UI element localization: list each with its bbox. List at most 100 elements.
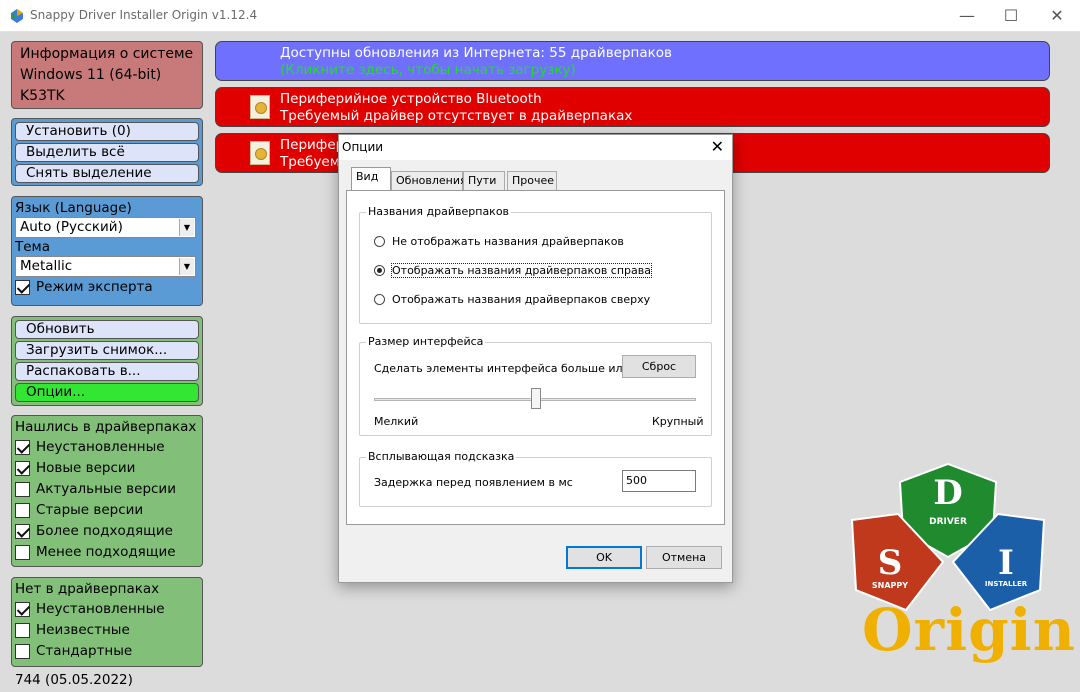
logo-driver-text: DRIVER [929, 517, 967, 527]
filter-row[interactable]: Актуальные версии [15, 479, 199, 500]
size-description: Сделать элементы интерфейса больше или м… [374, 362, 662, 375]
extract-button[interactable]: Распаковать в... [15, 362, 199, 381]
minimize-button[interactable]: — [944, 0, 990, 32]
theme-value: Metallic [20, 258, 73, 274]
filter-label: Менее подходящие [36, 544, 176, 560]
filter-checkbox[interactable] [15, 503, 30, 518]
filter-label: Новые версии [36, 460, 136, 476]
tab-view[interactable]: Вид [351, 167, 391, 191]
chevron-down-icon[interactable]: ▼ [179, 258, 194, 275]
driver-file-icon [250, 95, 270, 119]
filter-checkbox[interactable] [15, 644, 30, 659]
filter-row[interactable]: Неустановленные [15, 599, 199, 620]
found-header: Нашлись в драйверпаках [15, 419, 197, 435]
names-group: Названия драйверпаков Не отображать назв… [359, 205, 712, 324]
filter-row[interactable]: Старые версии [15, 500, 199, 521]
tab-other[interactable]: Прочее [507, 171, 557, 191]
filter-label: Неустановленные [36, 601, 165, 617]
language-panel: Язык (Language) Auto (Русский) ▼ Тема Me… [11, 196, 203, 306]
cancel-button[interactable]: Отмена [646, 546, 722, 569]
update-title: Доступны обновления из Интернета: 55 дра… [280, 45, 672, 61]
slider-min-label: Мелкий [374, 415, 419, 428]
filter-checkbox[interactable] [15, 524, 30, 539]
filter-row[interactable]: Неизвестные [15, 620, 199, 641]
filter-checkbox[interactable] [15, 623, 30, 638]
language-value: Auto (Русский) [20, 219, 123, 235]
update-link[interactable]: (Кликните здесь, чтобы начать загрузку) [280, 62, 1049, 79]
refresh-button[interactable]: Обновить [15, 320, 199, 339]
notfound-filters-panel: Нет в драйверпаках Неустановленные Неизв… [11, 577, 203, 667]
radio-label: Отображать названия драйверпаков сверху [392, 293, 651, 306]
size-slider-thumb[interactable] [531, 388, 541, 409]
size-group: Размер интерфейса Сделать элементы интер… [359, 335, 712, 436]
notfound-header: Нет в драйверпаках [15, 581, 160, 597]
radio-button[interactable] [374, 294, 385, 305]
version-label: 744 (05.05.2022) [15, 672, 133, 688]
filter-checkbox[interactable] [15, 440, 30, 455]
driver-device-name: Периферийное устройство Bluetooth [280, 91, 542, 107]
radio-button[interactable] [374, 265, 385, 276]
system-info-panel[interactable]: Информация о системе Windows 11 (64-bit)… [11, 41, 203, 109]
language-label: Язык (Language) [15, 200, 132, 216]
logo-d-letter: D [933, 473, 962, 513]
machine-model: K53TK [20, 88, 65, 104]
filter-label: Неустановленные [36, 439, 165, 455]
select-all-button[interactable]: Выделить всё [15, 143, 199, 162]
filter-row[interactable]: Стандартные [15, 641, 199, 662]
system-info-title: Информация о системе [20, 46, 194, 62]
radio-row[interactable]: Отображать названия драйверпаков сверху [374, 293, 650, 306]
reset-button[interactable]: Сброс [622, 355, 696, 378]
radio-row[interactable]: Не отображать названия драйверпаков [374, 235, 624, 248]
driver-status: Требуемый драйвер отсутствует в драйверп… [280, 108, 633, 124]
expert-mode-row[interactable]: Режим эксперта [15, 277, 199, 298]
theme-select[interactable]: Metallic ▼ [15, 256, 196, 277]
dialog-close-icon[interactable]: ✕ [711, 135, 724, 159]
logo-snappy-text: SNAPPY [872, 581, 908, 590]
filter-checkbox[interactable] [15, 602, 30, 617]
radio-button[interactable] [374, 236, 385, 247]
tab-updates[interactable]: Обновления [391, 171, 467, 191]
window-title: Snappy Driver Installer Origin v1.12.4 [30, 8, 258, 22]
logo-installer-text: INSTALLER [985, 580, 1028, 588]
filter-label: Актуальные версии [36, 481, 176, 497]
tooltip-group: Всплывающая подсказка Задержка перед поя… [359, 450, 712, 507]
language-select[interactable]: Auto (Русский) ▼ [15, 217, 196, 238]
deselect-button[interactable]: Снять выделение [15, 164, 199, 183]
chevron-down-icon[interactable]: ▼ [179, 219, 194, 236]
update-banner[interactable]: Доступны обновления из Интернета: 55 дра… [215, 41, 1050, 81]
logo-s-letter: S [878, 543, 903, 583]
dialog-title: Опции [342, 140, 384, 154]
filter-row[interactable]: Менее подходящие [15, 542, 199, 563]
filter-row[interactable]: Новые версии [15, 458, 199, 479]
size-group-title: Размер интерфейса [366, 335, 486, 348]
names-group-title: Названия драйверпаков [366, 205, 512, 218]
radio-label: Отображать названия драйверпаков справа [391, 263, 652, 278]
radio-row[interactable]: Отображать названия драйверпаков справа [374, 263, 652, 278]
filter-checkbox[interactable] [15, 461, 30, 476]
filter-label: Неизвестные [36, 622, 130, 638]
radio-label: Не отображать названия драйверпаков [392, 235, 624, 248]
tab-paths[interactable]: Пути [463, 171, 505, 191]
title-bar: Snappy Driver Installer Origin v1.12.4 —… [0, 0, 1080, 32]
operations-panel: Обновить Загрузить снимок... Распаковать… [11, 316, 203, 406]
load-snapshot-button[interactable]: Загрузить снимок... [15, 341, 199, 360]
logo-i-letter: I [998, 543, 1014, 583]
dialog-title-bar: Опции ✕ [339, 135, 732, 160]
filter-row[interactable]: Более подходящие [15, 521, 199, 542]
filter-checkbox[interactable] [15, 545, 30, 560]
close-button[interactable]: ✕ [1034, 0, 1080, 32]
expert-mode-checkbox[interactable] [15, 280, 30, 295]
install-button[interactable]: Установить (0) [15, 122, 199, 141]
driver-item[interactable]: Периферийное устройство Bluetooth Требуе… [215, 87, 1050, 127]
options-dialog: Опции ✕ Вид Обновления Пути Прочее Назва… [338, 134, 733, 583]
driver-file-icon [250, 141, 270, 165]
filter-label: Стандартные [36, 643, 133, 659]
maximize-button[interactable]: ☐ [988, 0, 1034, 32]
options-button[interactable]: Опции... [15, 383, 199, 402]
ok-button[interactable]: OK [566, 546, 642, 569]
logo-origin-text: Origin [862, 596, 1076, 664]
filter-checkbox[interactable] [15, 482, 30, 497]
filter-row[interactable]: Неустановленные [15, 437, 199, 458]
filter-label: Более подходящие [36, 523, 173, 539]
tooltip-delay-input[interactable]: 500 [622, 470, 696, 492]
